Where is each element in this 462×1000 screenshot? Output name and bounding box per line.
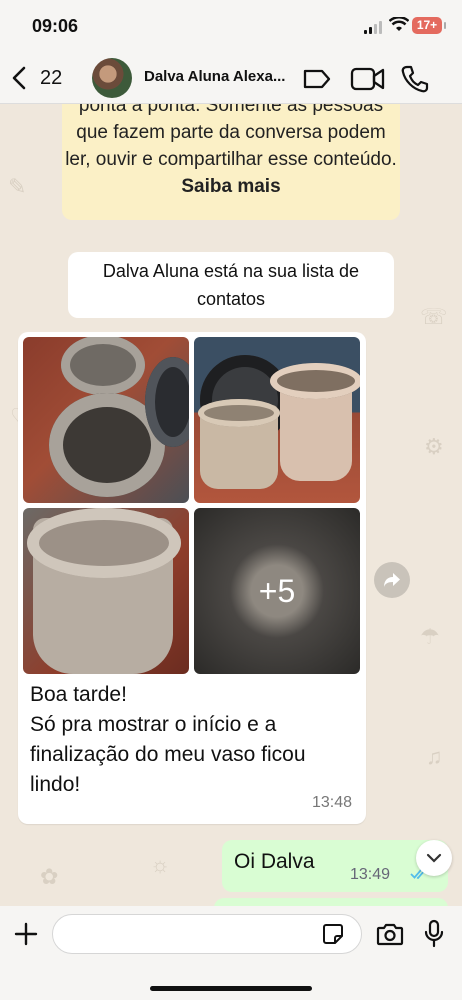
encryption-notice[interactable]: ponta a ponta. Somente as pessoas que fa… [62, 104, 400, 220]
status-bar: 09:06 17+ [0, 0, 462, 52]
outgoing-message[interactable]: Oi Dalva 13:49 [222, 840, 448, 892]
battery-icon: 17+ [412, 17, 446, 34]
more-photos-count: +5 [258, 572, 296, 609]
label-tag-icon[interactable] [302, 68, 332, 90]
cellular-signal-icon [364, 20, 384, 34]
message-text: Oi Dalva [234, 850, 315, 873]
contact-avatar[interactable] [92, 58, 132, 98]
chat-header: 22 Dalva Aluna Alexa... [0, 52, 462, 104]
plus-icon[interactable] [14, 922, 38, 946]
message-timestamp: 13:48 [311, 794, 352, 811]
doodle-pattern: ☏ [420, 304, 448, 329]
outgoing-message[interactable] [214, 898, 448, 906]
chevron-left-icon [12, 66, 26, 90]
contact-name[interactable]: Dalva Aluna Alexa... [144, 68, 285, 85]
doodle-pattern: ✿ [40, 864, 59, 889]
message-text: Boa tarde! Só pra mostrar o início e a f… [30, 683, 306, 796]
doodle-pattern: ☂ [420, 624, 440, 649]
back-button[interactable]: 22 [12, 58, 62, 98]
chat-area[interactable]: ✎ ☏ ♡ ⚙ ☂ ♫ ✿ ☼ ponta a ponta. Somente a… [0, 104, 462, 906]
contact-notice: Dalva Aluna está na sua lista de contato… [68, 252, 394, 318]
message-input[interactable] [52, 914, 362, 954]
home-indicator [150, 986, 312, 991]
video-call-icon[interactable] [350, 66, 386, 92]
sticker-icon[interactable] [322, 923, 344, 945]
input-bar [0, 906, 462, 1000]
photo-thumbnail[interactable] [23, 337, 189, 503]
chevron-down-icon [426, 853, 442, 863]
message-timestamp: 13:49 [350, 866, 391, 883]
status-time: 09:06 [32, 16, 79, 36]
scroll-to-bottom-button[interactable] [416, 840, 452, 876]
forward-arrow-icon [384, 573, 400, 587]
doodle-pattern: ♫ [426, 744, 443, 769]
microphone-icon[interactable] [424, 919, 444, 949]
camera-icon[interactable] [376, 922, 404, 946]
photo-thumbnail[interactable] [194, 337, 360, 503]
doodle-pattern: ☼ [150, 852, 171, 877]
wifi-icon [389, 17, 409, 31]
doodle-pattern: ✎ [8, 174, 27, 199]
photo-thumbnail[interactable] [23, 508, 189, 674]
incoming-message[interactable]: +5 Boa tarde! Só pra mostrar o início e … [18, 332, 366, 824]
unread-count: 22 [40, 66, 63, 89]
doodle-pattern: ⚙ [424, 434, 444, 459]
encryption-notice-text: ponta a ponta. Somente as pessoas que fa… [65, 104, 397, 170]
phone-call-icon[interactable] [400, 64, 430, 94]
photo-thumbnail-more[interactable]: +5 [194, 508, 360, 674]
learn-more-link[interactable]: Saiba mais [62, 173, 400, 200]
forward-button[interactable] [374, 562, 410, 598]
